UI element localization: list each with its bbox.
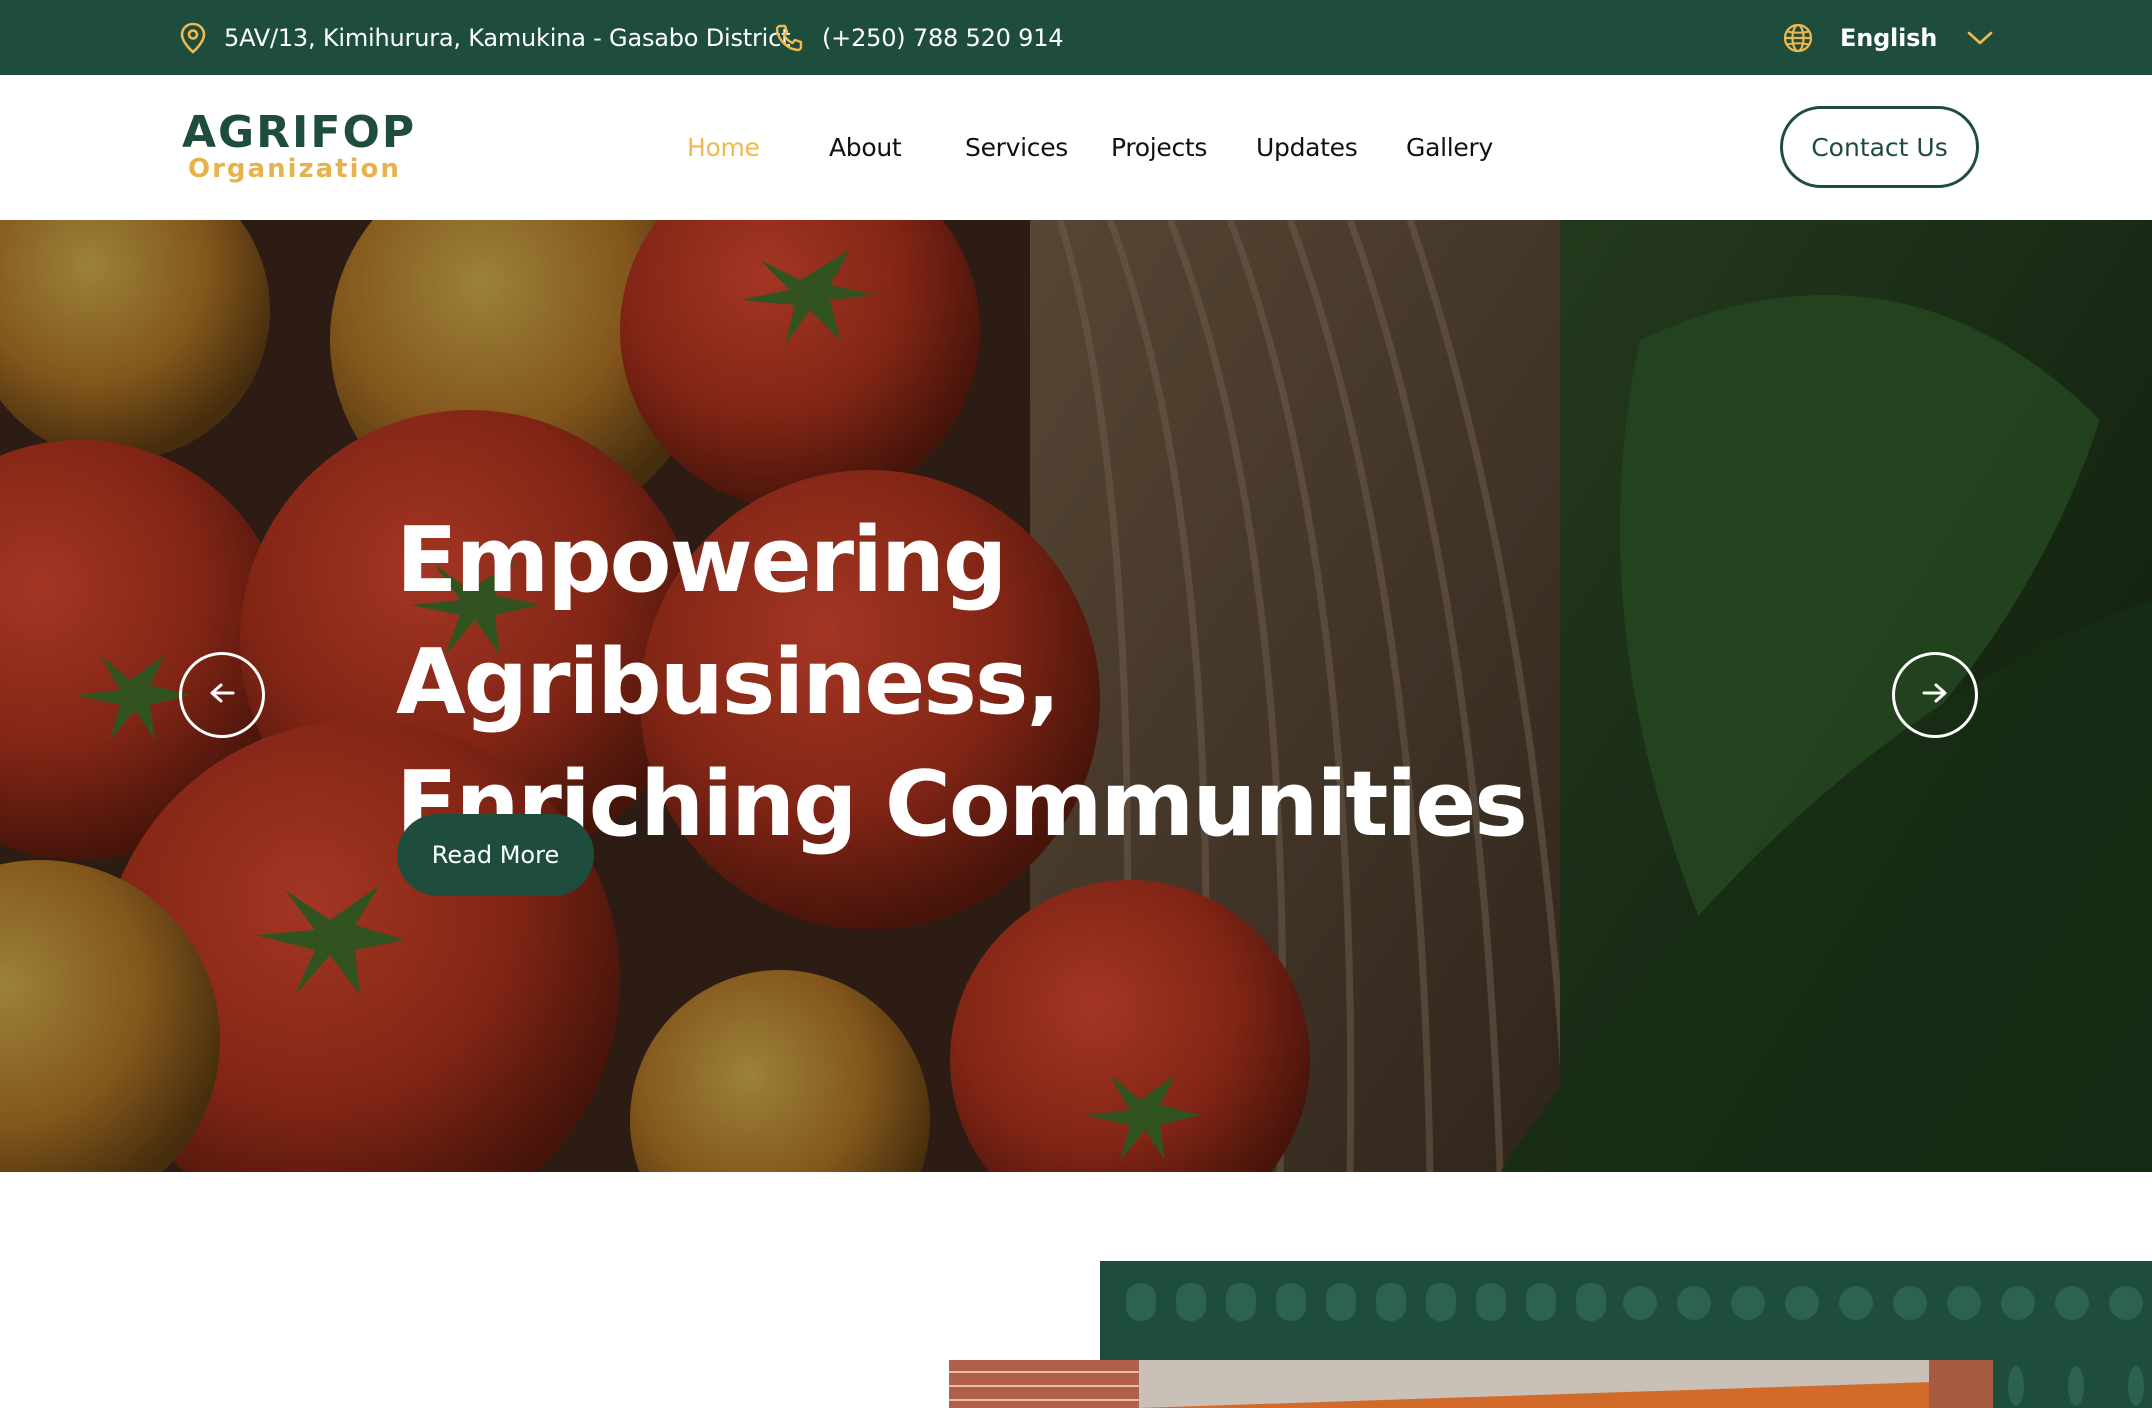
phone-icon [774, 23, 804, 53]
brand-logo[interactable]: AGRIFOP Organization [182, 107, 417, 184]
phone-text: (+250) 788 520 914 [822, 23, 1064, 52]
chevron-down-icon [1967, 30, 1993, 46]
about-section [0, 1172, 2152, 1408]
hero-slider: Empowering Agribusiness, Enriching Commu… [0, 220, 2152, 1172]
nav-item-gallery[interactable]: Gallery [1406, 75, 1493, 220]
read-more-button[interactable]: Read More [397, 814, 594, 896]
building-photo [949, 1360, 1993, 1408]
logo-name: AGRIFOP [182, 107, 417, 158]
language-selector[interactable]: English [1782, 0, 1993, 75]
hero-headline: Empowering Agribusiness, Enriching Commu… [396, 500, 1696, 866]
nav-item-services[interactable]: Services [965, 75, 1068, 220]
phone-info[interactable]: (+250) 788 520 914 [774, 0, 1064, 75]
main-navigation: AGRIFOP Organization Home About Services… [0, 75, 2152, 220]
top-info-bar: 5AV/13, Kimihurura, Kamukina - Gasabo Di… [0, 0, 2152, 75]
address-text: 5AV/13, Kimihurura, Kamukina - Gasabo Di… [224, 23, 791, 52]
contact-us-button[interactable]: Contact Us [1780, 106, 1979, 188]
nav-item-home[interactable]: Home [687, 75, 760, 220]
globe-icon [1782, 22, 1814, 54]
nav-item-about[interactable]: About [829, 75, 902, 220]
arrow-right-icon [1922, 682, 1948, 708]
nav-item-projects[interactable]: Projects [1111, 75, 1207, 220]
nav-item-updates[interactable]: Updates [1256, 75, 1358, 220]
arrow-left-icon [209, 682, 235, 708]
logo-subtitle: Organization [188, 154, 401, 184]
map-pin-icon [180, 22, 206, 54]
slider-next-button[interactable] [1892, 652, 1978, 738]
address-info: 5AV/13, Kimihurura, Kamukina - Gasabo Di… [180, 0, 791, 75]
language-label: English [1840, 23, 1938, 52]
slider-prev-button[interactable] [179, 652, 265, 738]
hero-headline-line1: Empowering Agribusiness, [396, 508, 1061, 735]
